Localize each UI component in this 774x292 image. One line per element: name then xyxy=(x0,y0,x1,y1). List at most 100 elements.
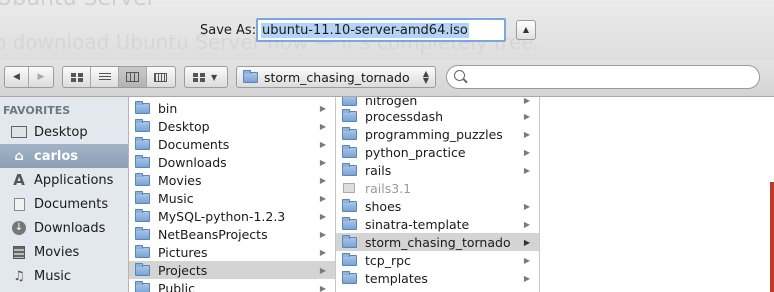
save-as-label: Save As: xyxy=(200,23,257,38)
view-mode-control xyxy=(62,66,176,88)
column-view-button[interactable] xyxy=(119,67,147,87)
arrange-popup[interactable]: ▼ xyxy=(184,66,228,88)
list-item[interactable]: processdash ▶ xyxy=(336,107,539,125)
folder-icon xyxy=(134,226,150,240)
disclosure-arrow-icon: ▶ xyxy=(319,103,327,113)
list-view-icon xyxy=(98,72,111,82)
item-name: programming_puzzles xyxy=(365,126,503,142)
documents-icon xyxy=(10,196,28,212)
search-field[interactable] xyxy=(446,65,760,89)
coverflow-view-button[interactable] xyxy=(147,67,175,87)
icon-view-button[interactable] xyxy=(63,67,91,87)
disclosure-arrow-icon: ▶ xyxy=(523,129,531,139)
music-icon: ♫ xyxy=(13,268,25,284)
item-name: NetBeansProjects xyxy=(158,226,268,242)
save-panel-header: Ubuntu Server o download Ubuntu Server n… xyxy=(0,0,774,60)
sidebar-item-desktop[interactable]: Desktop xyxy=(0,120,128,144)
item-name: rails xyxy=(365,162,392,178)
column-view-icon xyxy=(126,72,139,82)
item-name: Downloads xyxy=(158,154,227,170)
back-forward-control: ◀ ▶ xyxy=(4,66,54,88)
list-item[interactable]: NetBeansProjects ▶ xyxy=(129,225,335,243)
folder-icon xyxy=(341,108,357,122)
list-item[interactable]: Pictures ▶ xyxy=(129,243,335,261)
folder-icon xyxy=(134,118,150,132)
downloads-icon: ↓ xyxy=(10,220,28,236)
list-item-selected[interactable]: storm_chasing_tornado ▶ xyxy=(336,233,539,251)
disclosure-arrow-icon: ▶ xyxy=(319,139,327,149)
list-item[interactable]: programming_puzzles ▶ xyxy=(336,125,539,143)
item-name: rails3.1 xyxy=(365,180,412,196)
sidebar-item-documents[interactable]: Documents xyxy=(0,192,128,216)
list-item[interactable]: tcp_rpc ▶ xyxy=(336,251,539,269)
disclosure-arrow-icon: ▶ xyxy=(523,237,531,247)
list-item[interactable]: sinatra-template ▶ xyxy=(336,215,539,233)
sidebar-item-label: Movies xyxy=(34,244,80,260)
arrange-icon xyxy=(193,72,205,82)
item-name: Movies xyxy=(158,172,202,188)
list-item[interactable]: Public ▶ xyxy=(129,279,335,292)
browser-column-projects[interactable]: nitrogen ▶ processdash ▶ programming_puzzl… xyxy=(336,97,540,292)
filename-selected-text: ubuntu-11.10-server-amd64.iso xyxy=(261,23,469,38)
path-popup-content: storm_chasing_tornado ▲ ▼ xyxy=(237,67,435,87)
list-item[interactable]: Downloads ▶ xyxy=(129,153,335,171)
folder-icon xyxy=(341,252,357,266)
movies-icon xyxy=(10,244,28,260)
list-item[interactable]: Movies ▶ xyxy=(129,171,335,189)
item-name: processdash xyxy=(365,108,444,124)
sidebar-item-label: Applications xyxy=(34,172,114,188)
disclosure-arrow-icon: ▶ xyxy=(319,247,327,257)
list-item[interactable]: Music ▶ xyxy=(129,189,335,207)
sidebar-item-label: Desktop xyxy=(34,124,88,140)
list-item[interactable]: rails ▶ xyxy=(336,161,539,179)
item-name: Desktop xyxy=(158,118,210,134)
updown-arrows-icon: ▲ ▼ xyxy=(422,69,429,85)
save-as-filename-input[interactable]: ubuntu-11.10-server-amd64.iso xyxy=(256,18,506,42)
item-name: storm_chasing_tornado xyxy=(365,234,511,250)
back-button[interactable]: ◀ xyxy=(5,67,30,87)
back-arrow-icon: ◀ xyxy=(13,72,20,82)
item-name: Documents xyxy=(158,136,230,152)
sidebar-item-downloads[interactable]: ↓ Downloads xyxy=(0,216,128,240)
disclosure-arrow-icon: ▶ xyxy=(523,147,531,157)
sidebar-item-music[interactable]: ♫ Music xyxy=(0,264,128,288)
folder-icon xyxy=(134,154,150,168)
folder-icon xyxy=(134,208,150,222)
list-item[interactable]: bin ▶ xyxy=(129,99,335,117)
disclosure-arrow-icon: ▶ xyxy=(319,193,327,203)
list-item[interactable]: templates ▶ xyxy=(336,269,539,287)
list-item[interactable]: Documents ▶ xyxy=(129,135,335,153)
search-icon-handle xyxy=(463,78,468,84)
list-view-button[interactable] xyxy=(91,67,119,87)
chevron-down-icon: ▼ xyxy=(211,72,218,82)
expand-dialog-button[interactable]: ▲ xyxy=(516,20,536,40)
browser-column-storm-chasing-tornado[interactable] xyxy=(540,97,774,292)
folder-icon xyxy=(134,172,150,186)
list-item-selected[interactable]: Projects ▶ xyxy=(129,261,335,279)
path-popup[interactable]: storm_chasing_tornado ▲ ▼ xyxy=(236,66,436,88)
list-item[interactable]: Desktop ▶ xyxy=(129,117,335,135)
disclosure-arrow-icon: ▶ xyxy=(319,211,327,221)
browser-column-home[interactable]: bin ▶ Desktop ▶ Documents ▶ Downloads ▶ Movi… xyxy=(129,97,336,292)
item-name: Projects xyxy=(158,262,208,278)
coverflow-view-icon xyxy=(154,72,168,82)
list-item[interactable]: python_practice ▶ xyxy=(336,143,539,161)
list-item[interactable]: MySQL-python-1.2.3 ▶ xyxy=(129,207,335,225)
sidebar-item-carlos[interactable]: ⌂ carlos xyxy=(0,144,128,168)
forward-arrow-icon: ▶ xyxy=(37,72,45,82)
sidebar-item-movies[interactable]: Movies xyxy=(0,240,128,264)
desktop-icon xyxy=(10,124,28,140)
sidebar-heading-favorites: FAVORITES xyxy=(3,104,71,117)
item-name: shoes xyxy=(365,198,402,214)
disclosure-arrow-icon: ▶ xyxy=(523,165,531,175)
path-popup-label: storm_chasing_tornado xyxy=(264,69,410,85)
folder-icon xyxy=(341,270,357,284)
forward-button[interactable]: ▶ xyxy=(29,67,53,87)
dialog-toolbar: ◀ ▶ ▼ storm_chasing_tornado ▲ ▼ xyxy=(0,60,774,97)
folder-icon xyxy=(134,190,150,204)
sidebar-item-applications[interactable]: A Applications xyxy=(0,168,128,192)
list-item-disabled: rails3.1 xyxy=(336,179,539,197)
folder-icon xyxy=(134,280,150,292)
sidebar-item-label: Documents xyxy=(34,196,109,212)
list-item[interactable]: shoes ▶ xyxy=(336,197,539,215)
